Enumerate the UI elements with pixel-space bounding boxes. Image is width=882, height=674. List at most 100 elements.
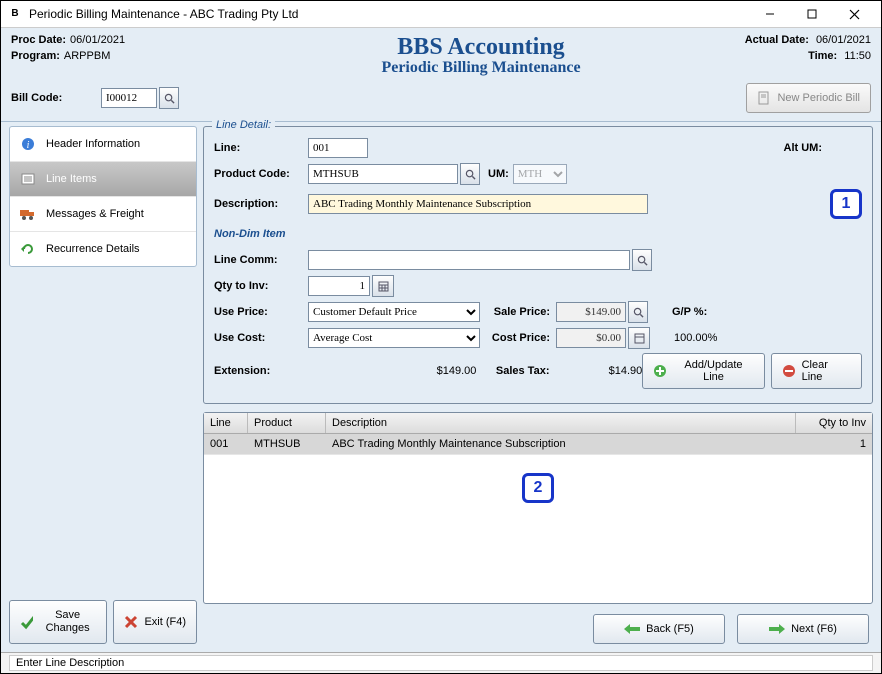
line-input[interactable] [308, 138, 368, 158]
arrow-right-icon [769, 624, 785, 634]
list-icon [20, 171, 36, 187]
header-area: Proc Date: 06/01/2021 Program: ARPPBM BBS … [1, 28, 881, 122]
nav-label: Header Information [46, 138, 140, 150]
product-code-label: Product Code: [214, 168, 308, 180]
nav-label: Messages & Freight [46, 208, 144, 220]
product-code-input[interactable] [308, 164, 458, 184]
add-update-line-label: Add/Update Line [673, 359, 754, 383]
line-detail-legend: Line Detail: [212, 119, 275, 131]
use-cost-label: Use Cost: [214, 332, 308, 344]
nav-recurrence-details[interactable]: Recurrence Details [10, 232, 196, 266]
callout-1: 1 [830, 189, 862, 219]
lines-grid[interactable]: Line Product Description Qty to Inv 001 … [203, 412, 873, 604]
um-label: UM: [488, 168, 509, 180]
nav-box: i Header Information Line Items Messages… [9, 126, 197, 267]
description-label: Description: [214, 198, 308, 210]
table-row[interactable]: 001 MTHSUB ABC Trading Monthly Maintenan… [204, 434, 872, 455]
nav-header-information[interactable]: i Header Information [10, 127, 196, 162]
back-label: Back (F5) [646, 623, 694, 635]
nav-label: Line Items [46, 173, 97, 185]
gp-label: G/P %: [672, 306, 707, 318]
body-area: i Header Information Line Items Messages… [1, 122, 881, 652]
use-cost-select[interactable]: Average Cost [308, 328, 480, 348]
callout-2: 2 [522, 473, 554, 503]
qty-calc-button[interactable] [372, 275, 394, 297]
close-button[interactable] [833, 3, 875, 25]
app-icon: B [7, 6, 23, 22]
cost-price-calc-button[interactable] [628, 327, 650, 349]
extension-value: $149.00 [307, 365, 481, 377]
window-controls [749, 3, 875, 25]
exit-label: Exit (F4) [144, 616, 186, 628]
sale-price-lookup-button[interactable] [628, 301, 648, 323]
col-description-header[interactable]: Description [326, 413, 796, 433]
nav-label: Recurrence Details [46, 243, 140, 255]
maximize-button[interactable] [791, 3, 833, 25]
cost-price-label: Cost Price: [480, 332, 556, 344]
line-comm-lookup-button[interactable] [632, 249, 652, 271]
cost-price-value: $0.00 [556, 328, 626, 348]
gp-value: 100.00% [674, 332, 717, 344]
col-product-header[interactable]: Product [248, 413, 326, 433]
add-update-line-button[interactable]: Add/Update Line [642, 353, 765, 389]
cell-qty: 1 [796, 434, 872, 454]
status-text: Enter Line Description [9, 655, 873, 671]
back-button[interactable]: Back (F5) [593, 614, 725, 644]
search-icon [164, 93, 175, 104]
check-icon [20, 614, 33, 630]
line-detail-group: Line Detail: Line: Alt UM: Product Code:… [203, 126, 873, 404]
proc-date-label: Proc Date: [11, 34, 66, 46]
qty-label: Qty to Inv: [214, 280, 308, 292]
save-changes-button[interactable]: Save Changes [9, 600, 107, 644]
nav-messages-freight[interactable]: Messages & Freight [10, 197, 196, 232]
cell-line: 001 [204, 434, 248, 454]
use-price-select[interactable]: Customer Default Price [308, 302, 480, 322]
qty-input[interactable] [308, 276, 370, 296]
grid-header: Line Product Description Qty to Inv [204, 413, 872, 434]
actual-date-label: Actual Date: [745, 34, 809, 46]
new-periodic-bill-button[interactable]: New Periodic Bill [746, 83, 871, 113]
new-periodic-bill-label: New Periodic Bill [777, 92, 860, 104]
minus-circle-icon [782, 364, 796, 378]
document-icon [757, 91, 771, 105]
use-price-label: Use Price: [214, 306, 308, 318]
col-line-header[interactable]: Line [204, 413, 248, 433]
um-select: MTH [513, 164, 567, 184]
next-label: Next (F6) [791, 623, 837, 635]
nav-line-items[interactable]: Line Items [10, 162, 196, 197]
line-comm-input[interactable] [308, 250, 630, 270]
description-input[interactable] [308, 194, 648, 214]
program-label: Program: [11, 50, 60, 62]
titlebar: B Periodic Billing Maintenance - ABC Tra… [1, 1, 881, 28]
close-icon [124, 615, 138, 629]
actual-date-value: 06/01/2021 [816, 34, 871, 46]
extension-label: Extension: [214, 365, 307, 377]
bill-code-label: Bill Code: [11, 92, 101, 104]
program-value: ARPPBM [64, 50, 110, 62]
svg-text:i: i [27, 140, 30, 151]
sales-tax-label: Sales Tax: [480, 365, 555, 377]
line-comm-label: Line Comm: [214, 254, 308, 266]
alt-um-label: Alt UM: [784, 142, 823, 154]
bill-code-lookup-button[interactable] [159, 87, 179, 109]
sales-tax-value: $14.90 [555, 365, 642, 377]
exit-button[interactable]: Exit (F4) [113, 600, 197, 644]
col-qty-header[interactable]: Qty to Inv [796, 413, 872, 433]
plus-circle-icon [653, 364, 667, 378]
clear-line-button[interactable]: Clear Line [771, 353, 862, 389]
window-title: Periodic Billing Maintenance - ABC Tradi… [29, 7, 749, 21]
app-window: B Periodic Billing Maintenance - ABC Tra… [0, 0, 882, 674]
minimize-button[interactable] [749, 3, 791, 25]
cell-description: ABC Trading Monthly Maintenance Subscrip… [326, 434, 796, 454]
brand-main: BBS Accounting [311, 34, 651, 61]
product-code-lookup-button[interactable] [460, 163, 480, 185]
right-column: Line Detail: Line: Alt UM: Product Code:… [203, 126, 873, 644]
clear-line-label: Clear Line [802, 359, 851, 383]
status-bar: Enter Line Description [1, 652, 881, 673]
time-value: 11:50 [844, 50, 871, 62]
bill-code-input[interactable] [101, 88, 157, 108]
info-icon: i [20, 136, 36, 152]
search-icon [633, 307, 644, 318]
save-changes-label: Save Changes [39, 609, 97, 635]
next-button[interactable]: Next (F6) [737, 614, 869, 644]
